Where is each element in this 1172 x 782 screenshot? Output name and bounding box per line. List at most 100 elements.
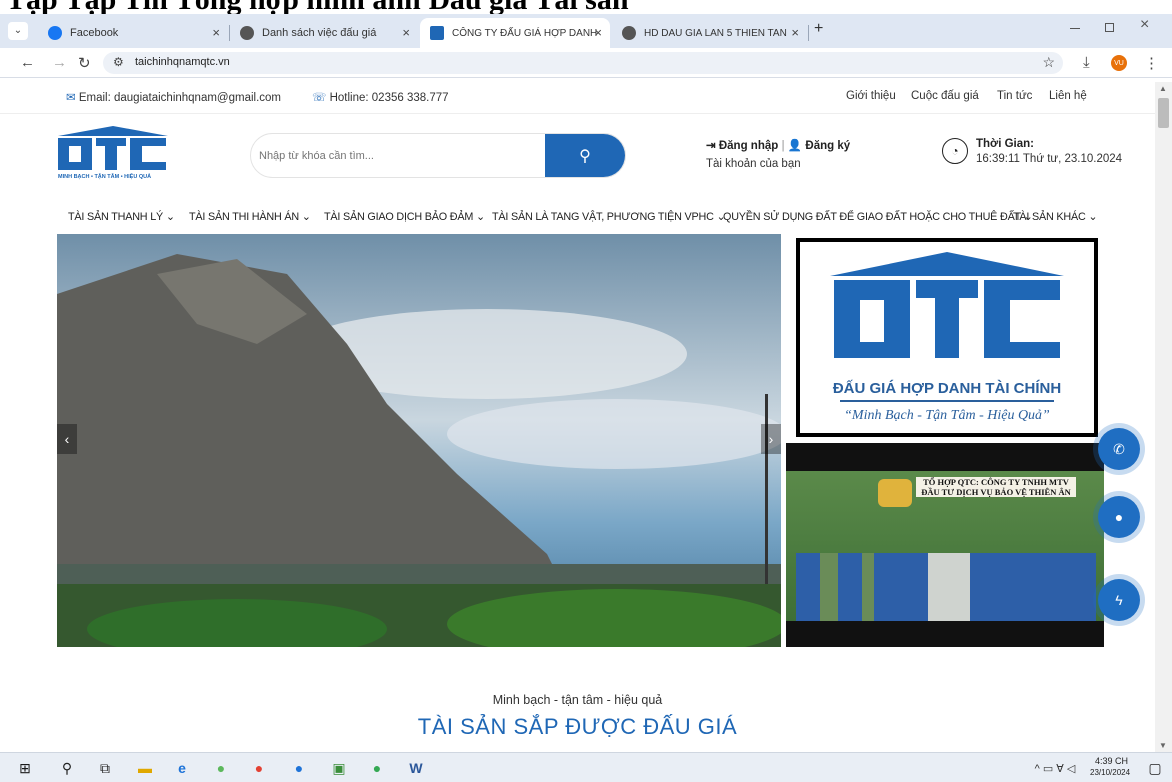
close-icon[interactable]: × — [402, 25, 410, 40]
close-icon[interactable]: × — [594, 25, 602, 40]
phone-icon: ☏ — [312, 92, 327, 104]
nav-label: QUYỀN SỬ DỤNG ĐẤT ĐỂ GIAO ĐẤT HOẶC CHO T… — [723, 211, 1021, 223]
chevron-left-icon: ‹ — [64, 431, 70, 447]
tab-list-button[interactable]: ⌄ — [8, 22, 28, 40]
site-info-icon[interactable]: ⚙ — [113, 55, 124, 69]
nav-item-bao-dam[interactable]: TÀI SẢN GIAO DỊCH BẢO ĐẢM ⌄ — [324, 210, 485, 223]
top-link-auctions[interactable]: Cuộc đấu giá — [911, 90, 979, 102]
hotline-contact[interactable]: ☏ Hotline: 02356 338.777 — [312, 90, 449, 104]
nav-label: TÀI SẢN LÀ TANG VẬT, PHƯƠNG TIỆN VPHC — [492, 211, 714, 223]
tab-hd-dau-gia[interactable]: HD DAU GIA LAN 5 THIEN TAN × — [612, 18, 807, 48]
new-tab-button[interactable]: + — [814, 20, 823, 38]
photos-icon[interactable]: ▣ — [330, 759, 348, 777]
messenger-button[interactable]: ϟ — [1098, 579, 1140, 621]
taskbar-date: 23/10/2024 — [1090, 768, 1131, 777]
banner-motto: “Minh Bạch - Tận Tâm - Hiệu Quả” — [844, 408, 1050, 423]
chrome-icon[interactable]: ● — [250, 759, 268, 777]
register-link[interactable]: Đăng ký — [805, 140, 850, 152]
facebook-icon — [48, 26, 62, 40]
group-badge-icon — [878, 479, 912, 507]
call-button[interactable]: ✆ — [1098, 428, 1140, 470]
email-text: Email: daugiataichinhqnam@gmail.com — [78, 92, 282, 104]
logo-slogan: MINH BẠCH • TẬN TÂM • HIỆU QUẢ — [58, 174, 152, 180]
nav-label: TÀI SẢN THANH LÝ — [68, 211, 163, 223]
close-icon[interactable]: × — [212, 25, 220, 40]
chevron-down-icon: ⌄ — [165, 211, 175, 223]
profile-avatar[interactable]: VU — [1111, 55, 1127, 71]
search-icon[interactable]: ⚲ — [58, 759, 76, 777]
restore-icon[interactable] — [1105, 23, 1114, 32]
nav-item-vphc[interactable]: TÀI SẢN LÀ TANG VẬT, PHƯƠNG TIỆN VPHC ⌄ — [492, 210, 726, 223]
coccoc-icon[interactable]: ● — [212, 759, 230, 777]
zalo-icon: ● — [1114, 509, 1124, 525]
login-icon: ⇥ — [706, 140, 716, 152]
scroll-up-icon[interactable]: ▲ — [1159, 84, 1167, 93]
chrome-alt-icon[interactable]: ● — [368, 759, 386, 777]
bookmark-star-icon[interactable]: ☆ — [1042, 54, 1055, 71]
tab-separator — [808, 25, 809, 41]
page-overlay-text: Tập Tập Tin Tổng hợp hình ảnh Đấu giá Tà… — [0, 0, 1172, 14]
group-banner[interactable]: TỔ HỢP QTC: CÔNG TY TNHH MTV ĐẦU TƯ DỊCH… — [786, 443, 1104, 647]
url-field[interactable]: ⚙ taichinhqnamqtc.vn ☆ — [103, 52, 1063, 74]
clock-icon: ◔ — [942, 138, 968, 164]
minimize-icon[interactable] — [1070, 28, 1080, 29]
nav-item-quyen-su-dung-dat[interactable]: QUYỀN SỬ DỤNG ĐẤT ĐỂ GIAO ĐẤT HOẶC CHO T… — [723, 210, 1033, 223]
tab-facebook[interactable]: Facebook × — [38, 18, 228, 48]
slider-prev-button[interactable]: ‹ — [57, 424, 77, 454]
download-icon[interactable]: ⤓ — [1083, 54, 1090, 71]
zalo-taskbar-icon[interactable]: ● — [290, 759, 308, 777]
email-contact[interactable]: ✉ Email: daugiataichinhqnam@gmail.com — [66, 90, 281, 104]
top-link-contact[interactable]: Liên hệ — [1049, 90, 1087, 102]
scroll-down-icon[interactable]: ▼ — [1159, 741, 1167, 750]
nav-item-thi-hanh-an[interactable]: TÀI SẢN THI HÀNH ÁN ⌄ — [189, 210, 311, 223]
window-close-icon[interactable]: × — [1140, 16, 1149, 34]
banner-title: ĐẤU GIÁ HỢP DANH TÀI CHÍNH — [832, 380, 1062, 397]
page-scrollbar[interactable]: ▲ ▼ — [1155, 82, 1172, 752]
login-link[interactable]: Đăng nhập — [719, 140, 778, 152]
file-explorer-icon[interactable]: ▬ — [136, 759, 154, 777]
search-button[interactable]: ⚲ — [545, 134, 625, 177]
mail-icon: ✉ — [66, 92, 76, 104]
scrollbar-thumb[interactable] — [1158, 98, 1169, 128]
windows-start-icon[interactable]: ⊞ — [16, 759, 34, 777]
hotline-text: Hotline: 02356 338.777 — [329, 92, 449, 104]
taskbar-time: 4:39 CH — [1095, 756, 1129, 766]
forward-icon[interactable]: → — [52, 54, 67, 71]
zalo-button[interactable]: ● — [1098, 496, 1140, 538]
nav-item-thanh-ly[interactable]: TÀI SẢN THANH LÝ ⌄ — [68, 210, 175, 223]
globe-icon — [622, 26, 636, 40]
search-input[interactable] — [251, 134, 547, 177]
site-logo[interactable]: MINH BẠCH • TẬN TÂM • HIỆU QUẢ — [58, 124, 168, 184]
task-view-icon[interactable]: ⧉ — [96, 759, 114, 777]
top-link-news[interactable]: Tin tức — [997, 90, 1032, 102]
top-link-about[interactable]: Giới thiệu — [846, 90, 896, 102]
word-icon[interactable]: W — [407, 759, 425, 777]
chevron-down-icon: ⌄ — [476, 211, 485, 223]
back-icon[interactable]: ← — [20, 54, 35, 71]
reload-icon[interactable]: ↻ — [78, 54, 91, 72]
slider-next-button[interactable]: › — [761, 424, 781, 454]
nav-label: TÀI SẢN KHÁC — [1013, 211, 1086, 223]
windows-taskbar: ⊞ ⚲ ⧉ ▬ e ● ● ● ▣ ● W ^ ▭ ∀ ◁ 4:39 CH 23… — [0, 752, 1172, 782]
chevron-down-icon: ⌄ — [1088, 211, 1098, 223]
tab-label: Danh sách việc đấu giá — [262, 27, 377, 39]
account-box: ⇥ Đăng nhập | 👤 Đăng ký Tài khoản của bạ… — [706, 140, 851, 170]
notification-icon[interactable]: ▢ — [1146, 759, 1164, 777]
nav-label: TÀI SẢN THI HÀNH ÁN — [189, 211, 299, 223]
search-icon: ⚲ — [579, 147, 591, 165]
tab-auction-list[interactable]: Danh sách việc đấu giá × — [230, 18, 418, 48]
phone-icon: ✆ — [1113, 440, 1125, 457]
close-icon[interactable]: × — [791, 25, 799, 40]
company-banner[interactable]: ĐẤU GIÁ HỢP DANH TÀI CHÍNH “Minh Bạch - … — [796, 238, 1098, 437]
chevron-down-icon: ⌄ — [301, 211, 311, 223]
account-caption: Tài khoản của bạn — [706, 158, 801, 170]
nav-item-khac[interactable]: TÀI SẢN KHÁC ⌄ — [1013, 210, 1097, 223]
hero-slider[interactable]: ‹ › — [57, 234, 781, 647]
tab-company[interactable]: CÔNG TY ĐẤU GIÁ HỢP DANH × — [420, 18, 610, 48]
system-tray-icons[interactable]: ^ ▭ ∀ ◁ — [1020, 759, 1090, 777]
menu-kebab-icon[interactable]: ⋮ — [1144, 54, 1159, 72]
site-top-strip: ✉ Email: daugiataichinhqnam@gmail.com ☏ … — [0, 82, 1155, 114]
main-nav: TÀI SẢN THANH LÝ ⌄ TÀI SẢN THI HÀNH ÁN ⌄… — [0, 200, 1155, 232]
edge-icon[interactable]: e — [173, 759, 191, 777]
search-box: ⚲ — [250, 133, 626, 178]
